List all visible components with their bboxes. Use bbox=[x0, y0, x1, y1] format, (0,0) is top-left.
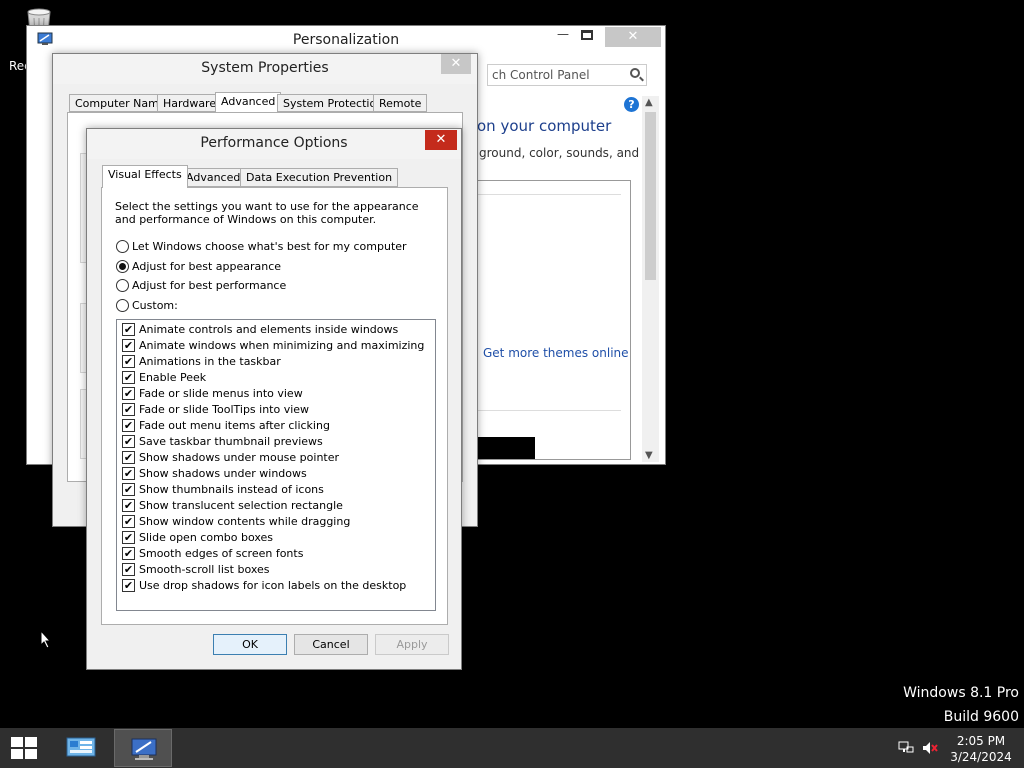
checkbox[interactable]: ✔ bbox=[122, 467, 135, 480]
tab-remote[interactable]: Remote bbox=[373, 94, 428, 112]
checkbox-label[interactable]: Enable Peek bbox=[139, 371, 206, 384]
tab-visual-effects[interactable]: Visual Effects bbox=[102, 165, 188, 188]
visual-effects-panel: Select the settings you want to use for … bbox=[101, 187, 448, 625]
visual-effects-list[interactable]: ✔ Animate controls and elements inside wi… bbox=[116, 319, 436, 611]
tab-hardware[interactable]: Hardware bbox=[157, 94, 223, 112]
visual-effects-description: Select the settings you want to use for … bbox=[115, 200, 419, 226]
search-placeholder: ch Control Panel bbox=[492, 68, 590, 82]
checkbox[interactable]: ✔ bbox=[122, 371, 135, 384]
personalization-titlebar[interactable]: Personalization — ✕ bbox=[27, 26, 665, 56]
tab-advanced[interactable]: Advanced bbox=[215, 92, 282, 113]
performance-options-title: Performance Options bbox=[200, 135, 348, 151]
checkbox[interactable]: ✔ bbox=[122, 579, 135, 592]
checkbox-label[interactable]: Save taskbar thumbnail previews bbox=[139, 435, 323, 448]
checkbox[interactable]: ✔ bbox=[122, 403, 135, 416]
checkbox-label[interactable]: Smooth edges of screen fonts bbox=[139, 547, 303, 560]
radio-label[interactable]: Adjust for best performance bbox=[132, 279, 286, 292]
help-icon[interactable]: ? bbox=[624, 97, 639, 112]
checkbox-label[interactable]: Fade or slide ToolTips into view bbox=[139, 403, 309, 416]
checkbox[interactable]: ✔ bbox=[122, 499, 135, 512]
windows-logo-icon bbox=[11, 749, 23, 759]
radio-button[interactable] bbox=[116, 240, 129, 253]
checkbox-label[interactable]: Use drop shadows for icon labels on the … bbox=[139, 579, 406, 592]
get-more-themes-link[interactable]: Get more themes online bbox=[483, 346, 629, 360]
clock-time: 2:05 PM bbox=[956, 734, 1006, 748]
personalization-heading: on your computer bbox=[477, 117, 612, 135]
checkbox[interactable]: ✔ bbox=[122, 419, 135, 432]
cancel-button[interactable]: Cancel bbox=[294, 634, 368, 655]
watermark-build: Build 9600 bbox=[943, 709, 1019, 725]
checkbox-label[interactable]: Show shadows under mouse pointer bbox=[139, 451, 339, 464]
checkbox-label[interactable]: Show shadows under windows bbox=[139, 467, 307, 480]
checkbox[interactable]: ✔ bbox=[122, 515, 135, 528]
checkbox[interactable]: ✔ bbox=[122, 387, 135, 400]
personalization-description: ground, color, sounds, and bbox=[479, 146, 640, 160]
mouse-pointer-icon bbox=[40, 629, 52, 652]
windows-logo-icon bbox=[25, 737, 37, 747]
taskbar-system-properties[interactable] bbox=[114, 729, 172, 767]
checkbox[interactable]: ✔ bbox=[122, 531, 135, 544]
system-properties-icon bbox=[129, 737, 159, 761]
scroll-down-icon[interactable]: ▼ bbox=[645, 450, 653, 461]
ok-button[interactable]: OK bbox=[213, 634, 287, 655]
volume-muted-icon[interactable] bbox=[921, 740, 939, 760]
radio-label[interactable]: Custom: bbox=[132, 299, 178, 312]
checkbox[interactable]: ✔ bbox=[122, 435, 135, 448]
radio-button[interactable] bbox=[116, 299, 129, 312]
taskbar-control-panel[interactable] bbox=[52, 729, 110, 767]
checkbox[interactable]: ✔ bbox=[122, 355, 135, 368]
clock[interactable]: 2:05 PM 3/24/2024 bbox=[945, 733, 1017, 765]
search-control-panel-input[interactable]: ch Control Panel bbox=[487, 64, 647, 86]
tab-advanced[interactable]: Advanced bbox=[180, 168, 247, 187]
radio-label[interactable]: Adjust for best appearance bbox=[132, 260, 281, 273]
radio-button[interactable] bbox=[116, 260, 129, 273]
scroll-thumb[interactable] bbox=[645, 112, 656, 280]
checkbox-label[interactable]: Show translucent selection rectangle bbox=[139, 499, 343, 512]
checkbox-label[interactable]: Show thumbnails instead of icons bbox=[139, 483, 324, 496]
radio-label[interactable]: Let Windows choose what's best for my co… bbox=[132, 240, 407, 253]
checkbox-label[interactable]: Fade or slide menus into view bbox=[139, 387, 303, 400]
taskbar: 2:05 PM 3/24/2024 bbox=[0, 728, 1024, 768]
start-button[interactable] bbox=[11, 737, 39, 761]
themes-panel bbox=[477, 180, 631, 460]
watermark-edition: Windows 8.1 Pro bbox=[903, 685, 1019, 701]
theme-swatch[interactable] bbox=[477, 437, 535, 459]
checkbox-label[interactable]: Fade out menu items after clicking bbox=[139, 419, 330, 432]
network-icon[interactable] bbox=[898, 740, 914, 760]
checkbox[interactable]: ✔ bbox=[122, 339, 135, 352]
system-properties-titlebar[interactable]: System Properties ✕ bbox=[53, 54, 477, 84]
system-properties-title: System Properties bbox=[201, 60, 329, 76]
performance-options-titlebar[interactable]: Performance Options ✕ bbox=[87, 129, 461, 159]
checkbox-label[interactable]: Animate controls and elements inside win… bbox=[139, 323, 398, 336]
search-icon[interactable] bbox=[630, 68, 640, 78]
close-button[interactable]: ✕ bbox=[425, 130, 457, 150]
divider bbox=[477, 410, 621, 411]
checkbox-label[interactable]: Slide open combo boxes bbox=[139, 531, 273, 544]
windows-logo-icon bbox=[25, 749, 37, 759]
close-button[interactable]: ✕ bbox=[441, 54, 471, 74]
windows-logo-icon bbox=[11, 737, 23, 747]
window-controls: — ✕ bbox=[543, 27, 663, 49]
radio-button[interactable] bbox=[116, 279, 129, 292]
checkbox[interactable]: ✔ bbox=[122, 483, 135, 496]
minimize-button[interactable]: — bbox=[551, 27, 575, 49]
checkbox-label[interactable]: Smooth-scroll list boxes bbox=[139, 563, 270, 576]
performance-options-window: Performance Options ✕ Visual Effects Adv… bbox=[86, 128, 462, 670]
divider bbox=[477, 194, 621, 195]
checkbox[interactable]: ✔ bbox=[122, 451, 135, 464]
apply-button: Apply bbox=[375, 634, 449, 655]
tab-data-execution-prevention[interactable]: Data Execution Prevention bbox=[240, 168, 399, 187]
checkbox[interactable]: ✔ bbox=[122, 547, 135, 560]
checkbox[interactable]: ✔ bbox=[122, 323, 135, 336]
maximize-button[interactable] bbox=[581, 30, 593, 40]
checkbox[interactable]: ✔ bbox=[122, 563, 135, 576]
checkbox-label[interactable]: Show window contents while dragging bbox=[139, 515, 350, 528]
clock-date: 3/24/2024 bbox=[950, 750, 1012, 764]
vertical-scrollbar[interactable]: ▲ ▼ bbox=[642, 96, 659, 462]
checkbox-label[interactable]: Animate windows when minimizing and maxi… bbox=[139, 339, 424, 352]
close-button[interactable]: ✕ bbox=[605, 27, 661, 47]
scroll-up-icon[interactable]: ▲ bbox=[645, 97, 653, 108]
control-panel-icon bbox=[66, 736, 96, 760]
checkbox-label[interactable]: Animations in the taskbar bbox=[139, 355, 281, 368]
